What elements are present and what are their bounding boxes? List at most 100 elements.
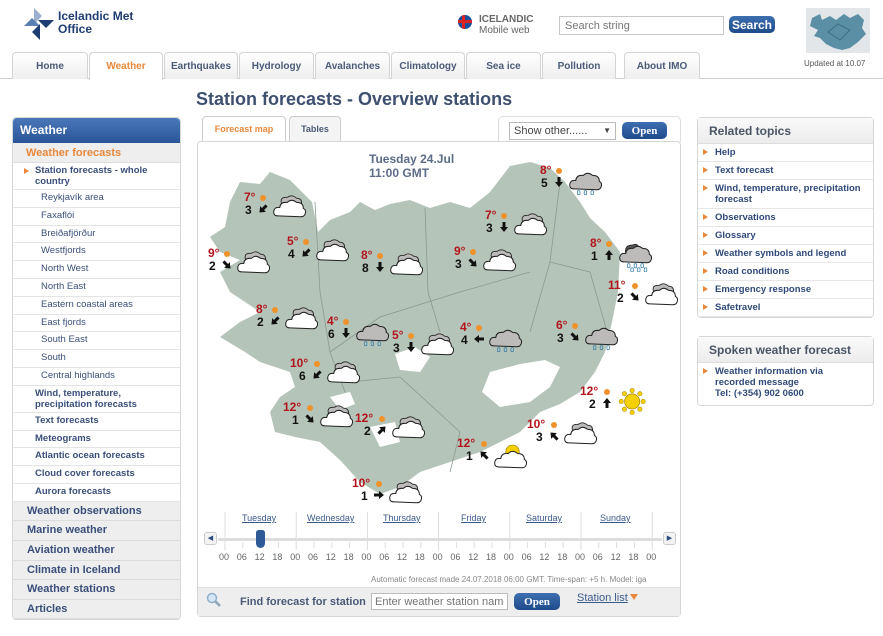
weather-heavy-rain-icon xyxy=(619,243,653,272)
nav-tab-about-imo[interactable]: About IMO xyxy=(624,52,700,79)
sidebar-main-item[interactable]: Climate in Iceland xyxy=(13,560,180,581)
related-topic-link[interactable]: Help xyxy=(698,144,873,162)
nav-tab-climatology[interactable]: Climatology xyxy=(391,52,465,79)
sidebar-item[interactable]: Breiðafjörður xyxy=(13,226,180,244)
timeline-prev-button[interactable]: ◀ xyxy=(204,532,217,545)
weather-cloudy-icon xyxy=(285,307,319,330)
sidebar-item[interactable]: Aurora forecasts xyxy=(13,484,180,502)
station-forecast[interactable]: 12° 1 xyxy=(457,436,528,476)
timeline-hour-label: 18 xyxy=(272,552,283,562)
sidebar-main-item[interactable]: Aviation weather xyxy=(13,540,180,561)
sun-dot-icon xyxy=(377,253,383,259)
related-topic-link[interactable]: Text forecast xyxy=(698,162,873,180)
station-name-input[interactable] xyxy=(371,593,508,610)
station-forecast[interactable]: 11° 2 xyxy=(608,278,679,318)
sun-dot-icon xyxy=(307,405,313,411)
sidebar-item[interactable]: North East xyxy=(13,279,180,297)
sidebar-main-item[interactable]: Weather stations xyxy=(13,580,180,600)
sidebar-section-weather-forecasts[interactable]: Weather forecasts xyxy=(13,143,180,163)
station-forecast[interactable]: 10° 3 xyxy=(527,417,598,457)
station-forecast[interactable]: 4° 4 xyxy=(460,320,530,360)
imo-logo[interactable]: Icelandic Met Office xyxy=(22,8,133,40)
nav-tab-weather[interactable]: Weather xyxy=(89,52,163,80)
station-forecast[interactable]: 5° 3 xyxy=(392,328,462,368)
station-forecast[interactable]: 10° 6 xyxy=(290,356,361,396)
sidebar-item[interactable]: Wind, temperature, precipitation forecas… xyxy=(13,386,180,413)
nav-tab-hydrology[interactable]: Hydrology xyxy=(239,52,314,79)
sidebar-main-item[interactable]: Marine weather xyxy=(13,521,180,541)
show-other-open-button[interactable]: Open xyxy=(622,122,667,139)
sidebar-item[interactable]: Eastern coastal areas xyxy=(13,297,180,315)
sidebar-main-item[interactable]: Weather observations xyxy=(13,501,180,522)
sidebar-item[interactable]: South xyxy=(13,350,180,368)
related-topic-link[interactable]: Safetravel xyxy=(698,299,873,317)
related-topic-link[interactable]: Glossary xyxy=(698,227,873,245)
sidebar-item[interactable]: Meteograms xyxy=(13,431,180,449)
sidebar-item[interactable]: Reykjavík area xyxy=(13,190,180,208)
station-forecast[interactable]: 8° 5 xyxy=(540,163,610,203)
search-input[interactable] xyxy=(559,16,724,35)
nav-tab-earthquakes[interactable]: Earthquakes xyxy=(164,52,238,79)
nav-tab-avalanches[interactable]: Avalanches xyxy=(315,52,390,79)
sun-dot-icon xyxy=(556,168,562,174)
station-forecast[interactable]: 5° 4 xyxy=(287,234,357,274)
station-forecast[interactable]: 7° 3 xyxy=(244,190,314,230)
related-topic-link[interactable]: Road conditions xyxy=(698,263,873,281)
related-topic-link[interactable]: Emergency response xyxy=(698,281,873,299)
language-switch[interactable]: ICELANDIC Mobile web xyxy=(458,14,533,36)
search-button[interactable]: Search xyxy=(729,16,775,33)
lang-title: ICELANDIC xyxy=(479,14,534,25)
related-topic-link[interactable]: Observations xyxy=(698,209,873,227)
station-forecast[interactable]: 8° 2 xyxy=(256,302,326,342)
sidebar-item[interactable]: Cloud cover forecasts xyxy=(13,466,180,484)
sidebar-header[interactable]: Weather xyxy=(13,118,180,143)
station-forecast[interactable]: 10° 1 xyxy=(352,476,423,516)
timeline-handle[interactable] xyxy=(255,530,265,548)
spoken-forecast-link[interactable]: Weather information via recorded message… xyxy=(698,363,873,405)
sidebar-main-item[interactable]: Articles xyxy=(13,599,180,620)
station-temperature: 11° xyxy=(608,278,626,292)
timeline-hour-label: 18 xyxy=(557,552,568,562)
sidebar-item[interactable]: North West xyxy=(13,261,180,279)
station-wind-speed: 3 xyxy=(455,257,462,271)
find-label: Find forecast for station xyxy=(240,596,366,608)
station-wind-speed: 8 xyxy=(362,261,369,275)
sun-dot-icon xyxy=(272,307,278,313)
nav-tab-home[interactable]: Home xyxy=(12,52,88,79)
sidebar-item[interactable]: Text forecasts xyxy=(13,413,180,431)
station-forecast[interactable]: 12° 2 xyxy=(355,411,426,451)
nav-tab-sea-ice[interactable]: Sea ice xyxy=(466,52,541,79)
sidebar-item[interactable]: Station forecasts - whole country xyxy=(13,163,180,190)
station-forecast[interactable]: 12° 1 xyxy=(283,400,354,440)
related-topic-link[interactable]: Weather symbols and legend xyxy=(698,245,873,263)
station-forecast[interactable]: 9° 2 xyxy=(208,246,278,286)
sidebar-item[interactable]: Faxaflói xyxy=(13,208,180,226)
mini-iceland-map[interactable] xyxy=(806,8,870,53)
sidebar-item[interactable]: Central highlands xyxy=(13,368,180,386)
timeline-hour-label: 12 xyxy=(325,552,336,562)
sidebar-item[interactable]: South East xyxy=(13,332,180,351)
show-other-select[interactable]: Show other...... ▼ xyxy=(509,122,616,140)
station-forecast[interactable]: 8° 1 xyxy=(590,236,660,276)
station-forecast[interactable]: 9° 3 xyxy=(454,244,524,284)
sun-dot-icon xyxy=(260,195,266,201)
station-forecast[interactable]: 7° 3 xyxy=(485,208,555,248)
station-wind-speed: 6 xyxy=(328,327,335,341)
sun-dot-icon xyxy=(501,213,507,219)
timeline-track[interactable] xyxy=(218,538,662,541)
station-forecast[interactable]: 6° 3 xyxy=(556,318,626,358)
related-topic-link[interactable]: Wind, temperature, precipitation forecas… xyxy=(698,180,873,209)
timeline-next-button[interactable]: ▶ xyxy=(663,532,676,545)
sidebar-item[interactable]: Westfjords xyxy=(13,243,180,262)
nav-tab-pollution[interactable]: Pollution xyxy=(542,52,616,79)
station-forecast[interactable]: 8° 8 xyxy=(361,248,431,288)
sidebar-item[interactable]: East fjords xyxy=(13,315,180,333)
sidebar-item[interactable]: Atlantic ocean forecasts xyxy=(13,448,180,467)
station-list-link[interactable]: Station list xyxy=(577,592,638,604)
weather-cloudy-icon xyxy=(421,333,455,356)
tab-forecast-map[interactable]: Forecast map xyxy=(202,116,286,142)
find-open-button[interactable]: Open xyxy=(514,593,560,610)
station-forecast[interactable]: 4° 6 xyxy=(327,314,397,354)
station-wind-speed: 2 xyxy=(257,315,264,329)
tab-tables[interactable]: Tables xyxy=(289,116,341,141)
